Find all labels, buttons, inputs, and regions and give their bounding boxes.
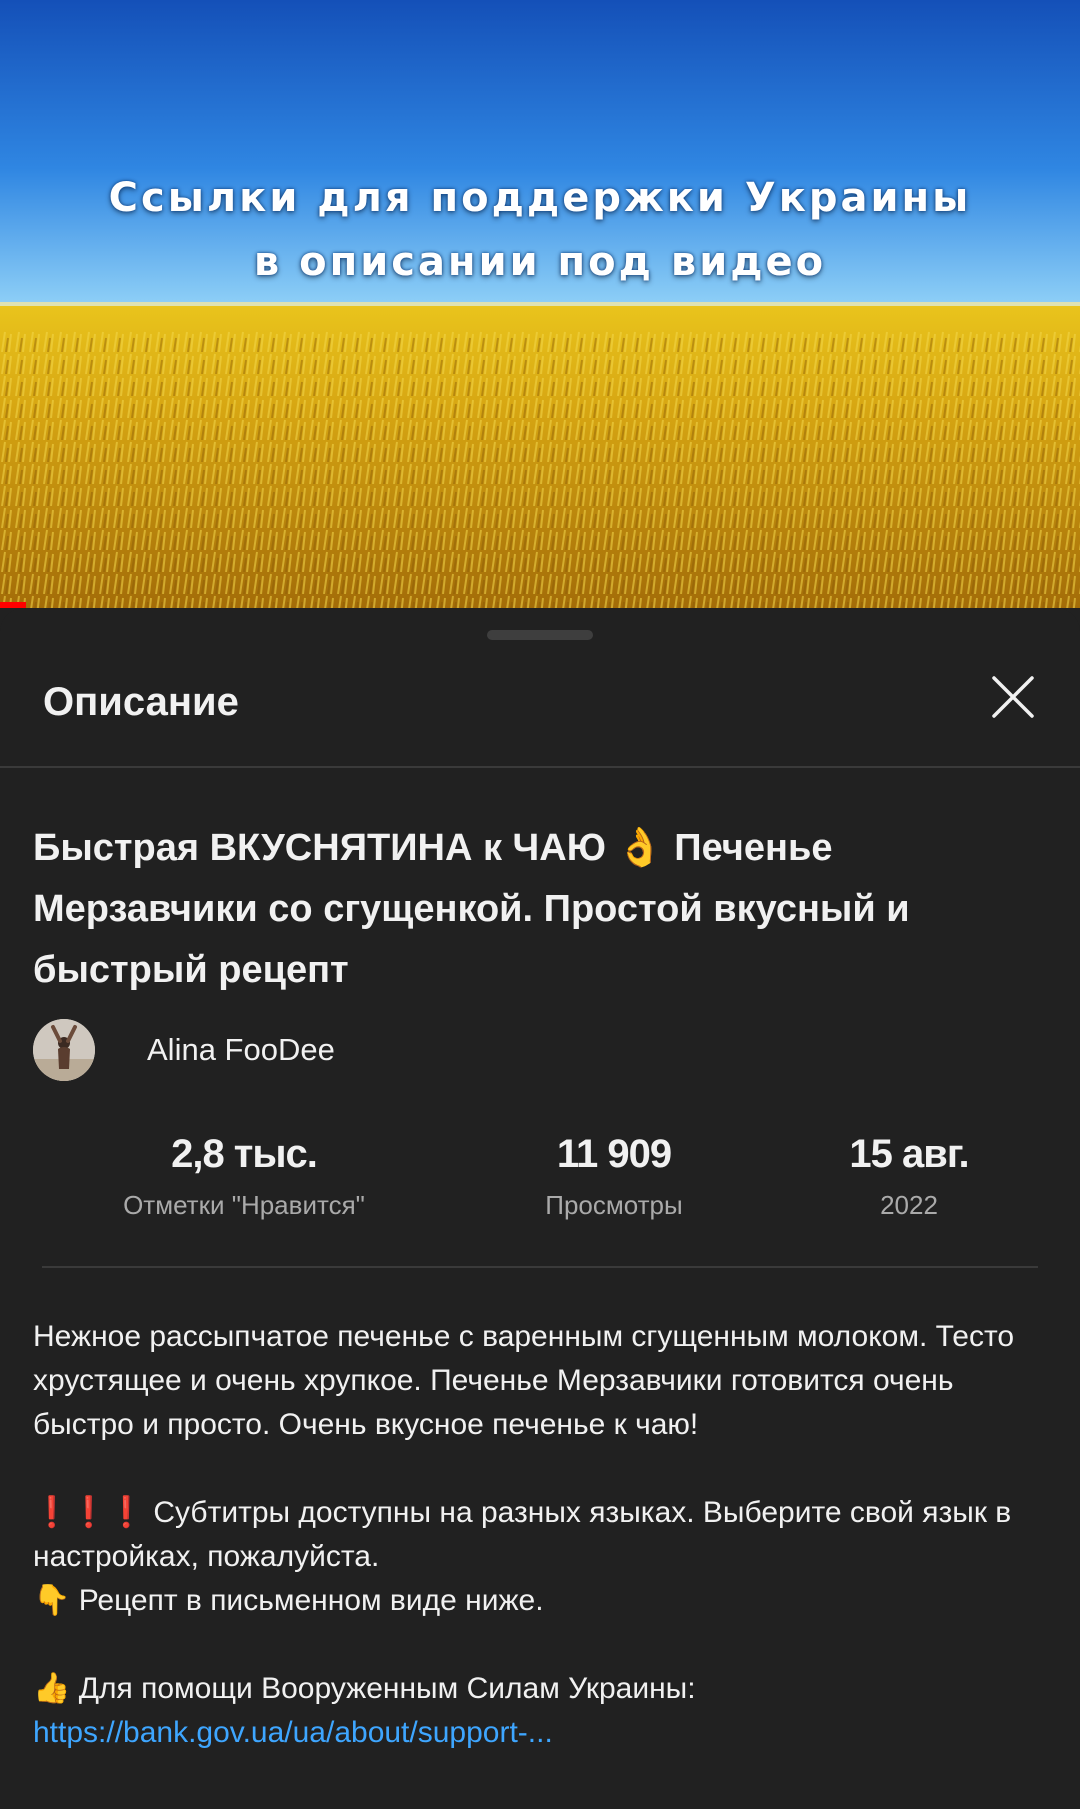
views-count: 11 909 [556, 1132, 672, 1176]
channel-row[interactable]: Alina FooDee [33, 1018, 335, 1082]
publish-year: 2022 [880, 1190, 938, 1220]
avatar[interactable] [33, 1019, 95, 1081]
drag-handle[interactable] [487, 630, 593, 640]
views-stat: 11 909 Просмотры [454, 1132, 774, 1221]
views-label: Просмотры [545, 1190, 683, 1220]
banner-line-2: в описании под видео [253, 239, 827, 285]
banner-line-1: Ссылки для поддержки Украины [108, 175, 972, 221]
date-stat: 15 авг. 2022 [749, 1132, 1069, 1221]
close-button[interactable] [986, 670, 1040, 724]
close-icon [992, 676, 1034, 718]
subtitles-note: ❗❗❗ Субтитры доступны на разных языках. … [33, 1496, 1012, 1573]
video-title: Быстрая ВКУСНЯТИНА к ЧАЮ 👌 Печенье Мерза… [33, 827, 910, 991]
stats-divider [42, 1266, 1038, 1268]
stats-row: 2,8 тыс. Отметки "Нравится" 11 909 Просм… [0, 1132, 1080, 1222]
support-link[interactable]: https://bank.gov.ua/ua/about/support-... [33, 1716, 553, 1749]
video-player[interactable]: Ссылки для поддержки Украины в описании … [0, 0, 1080, 608]
panel-title: Описание [43, 680, 239, 724]
support-note: 👍 Для помощи Вооруженным Силам Украины: [33, 1672, 696, 1705]
recipe-note: 👇 Рецепт в письменном виде ниже. [33, 1584, 544, 1617]
channel-name[interactable]: Alina FooDee [147, 1032, 335, 1068]
likes-count: 2,8 тыс. [171, 1132, 318, 1176]
ukraine-banner-image [0, 0, 1080, 608]
likes-label: Отметки "Нравится" [123, 1190, 365, 1220]
description-paragraph: Нежное рассыпчатое печенье с варенным сг… [33, 1320, 1015, 1441]
description-text: Нежное рассыпчатое печенье с варенным сг… [33, 1315, 1048, 1755]
likes-stat: 2,8 тыс. Отметки "Нравится" [84, 1132, 404, 1221]
banner-caption: Ссылки для поддержки Украины в описании … [0, 166, 1080, 294]
header-divider [0, 766, 1080, 768]
publish-date: 15 авг. [849, 1132, 969, 1176]
